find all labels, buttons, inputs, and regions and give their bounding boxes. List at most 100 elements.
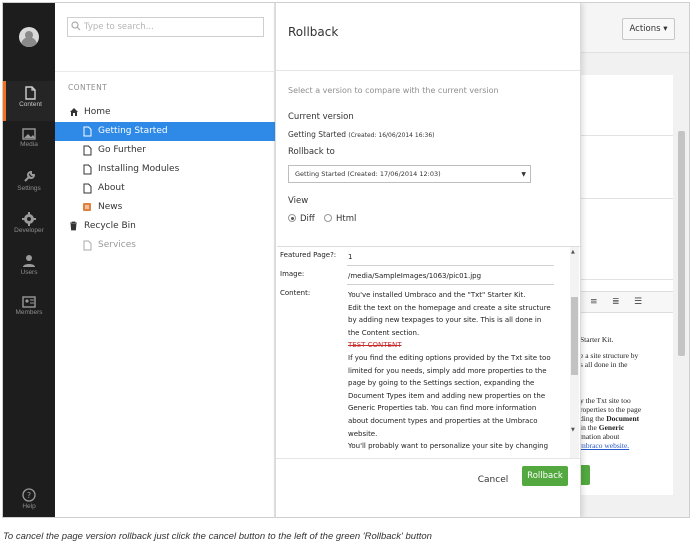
diff-row-featured: Featured Page?: 1 [277,247,571,266]
editor-scrollbar[interactable] [678,131,685,356]
nav-label-developer: Developer [14,227,44,234]
figure-caption: To cancel the page version rollback just… [3,531,432,542]
tree-section-title: CONTENT [68,83,108,92]
dialog-header: Rollback [276,3,580,71]
help-icon: ? [22,488,36,502]
trash-icon [70,221,77,231]
rte-text-fragment: ding the [580,414,607,423]
scroll-down-icon[interactable]: ▼ [571,427,575,433]
tree-node-label: Go Further [98,145,146,155]
tree-node-label: Getting Started [98,126,168,136]
rte-text-fragment: in the [580,423,599,432]
dialog-footer: Cancel Rollback [276,458,580,517]
tree-node-label: Home [84,107,111,117]
document-icon [25,86,36,100]
svg-text:?: ? [27,491,31,500]
document-icon [83,164,92,175]
view-option-diff[interactable]: Diff [288,213,315,225]
diff-scrollbar[interactable]: ▲ ▼ [570,247,579,458]
rte-text-line: mation about [580,432,620,441]
nav-label-settings: Settings [17,185,41,192]
view-option-label: Diff [300,214,315,224]
tree-node-go-further[interactable]: Go Further [55,141,275,160]
tree-node-services[interactable]: Services [55,236,275,255]
nav-label-media: Media [20,141,38,148]
diff-key: Featured Page?: [280,251,337,259]
document-icon [83,240,92,251]
radio-icon[interactable] [324,214,332,222]
bullet-list-icon[interactable]: ☰ [634,297,642,307]
view-option-html[interactable]: Html [324,213,356,225]
nav-item-users[interactable]: Users [3,249,55,289]
rte-text-line: roperties to the page [580,405,642,414]
document-icon [83,183,92,194]
current-version-name: Getting Started [288,130,346,139]
user-icon [23,255,35,267]
nav-item-media[interactable]: Media [3,123,55,163]
divider [578,279,673,280]
gear-icon [22,212,36,226]
view-label: View [288,196,309,206]
search-input[interactable] [84,20,260,34]
content-tree-panel: CONTENT Home Getting Started Go Further … [55,3,275,517]
diff-row-image: Image: /media/SampleImages/1063/pic01.jp… [277,266,571,285]
rte-text-bold: Document [606,414,640,423]
rte-link[interactable]: mbraco website. [580,441,629,450]
cancel-button[interactable]: Cancel [476,471,510,489]
rte-text-line: ding the Document [580,414,639,423]
dialog-description: Select a version to compare with the cur… [288,86,499,95]
nav-item-developer[interactable]: Developer [3,207,55,247]
nav-item-help[interactable]: ? Help [3,483,55,517]
diff-key: Content: [280,289,311,297]
nav-item-content[interactable]: Content [3,81,55,121]
rte-text-line: y the Txt site too [580,396,631,405]
divider [578,135,673,136]
tree-node-getting-started[interactable]: Getting Started [55,122,275,141]
diff-value: /media/SampleImages/1063/pic01.jpg [348,272,482,280]
view-option-label: Html [336,214,357,224]
scroll-up-icon[interactable]: ▲ [571,249,575,255]
tree-search-box[interactable] [67,17,264,37]
diff-key: Image: [280,270,305,278]
nav-item-members[interactable]: Members [3,291,55,331]
actions-button[interactable]: Actions ▾ [622,18,675,40]
home-icon [70,108,78,116]
rte-text-line: in the Generic [580,423,624,432]
rollback-button[interactable]: Rollback [522,466,568,486]
diff-paragraph: If you find the editing options provided… [348,353,551,438]
align-justify-icon[interactable]: ≣ [612,297,620,307]
rollback-to-label: Rollback to [288,147,335,157]
nav-label-users: Users [20,269,38,276]
rollback-dialog: Rollback Select a version to compare wit… [275,3,582,517]
tree-node-installing-modules[interactable]: Installing Modules [55,160,275,179]
tree-node-about[interactable]: About [55,179,275,198]
nav-label-members: Members [15,309,43,316]
wrench-icon [24,170,36,182]
scroll-thumb[interactable] [571,297,578,375]
tree-node-home[interactable]: Home [55,103,275,122]
current-version-label: Current version [288,112,354,122]
background-green-button-edge [581,465,590,485]
diff-deleted-text: TEST CONTENT [348,341,402,350]
user-avatar[interactable] [19,27,39,47]
tree-node-label: Installing Modules [98,164,180,174]
nav-label-help: Help [22,503,36,510]
radio-selected-icon[interactable] [288,214,296,222]
search-icon [71,21,81,31]
umbraco-screenshot: Content Media Settings Developer Users M… [2,2,690,518]
nav-item-settings[interactable]: Settings [3,165,55,205]
tree-node-news[interactable]: News [55,198,275,217]
chevron-down-icon: ▼ [521,171,526,178]
id-card-icon [22,296,36,308]
rollback-version-select[interactable]: Getting Started (Created: 17/06/2014 12:… [288,165,531,183]
tree-node-recycle-bin[interactable]: Recycle Bin [55,217,275,236]
section-navigation: Content Media Settings Developer Users M… [3,3,55,517]
newspaper-icon [83,203,91,211]
align-right-icon[interactable]: ≡ [590,297,598,307]
image-icon [22,128,36,140]
tree-node-label: Services [98,240,136,250]
document-icon [83,145,92,156]
diff-view: Featured Page?: 1 Image: /media/SampleIm… [277,246,582,458]
dialog-title: Rollback [288,25,339,39]
diff-paragraph: Edit the text on the homepage and create… [348,303,551,337]
